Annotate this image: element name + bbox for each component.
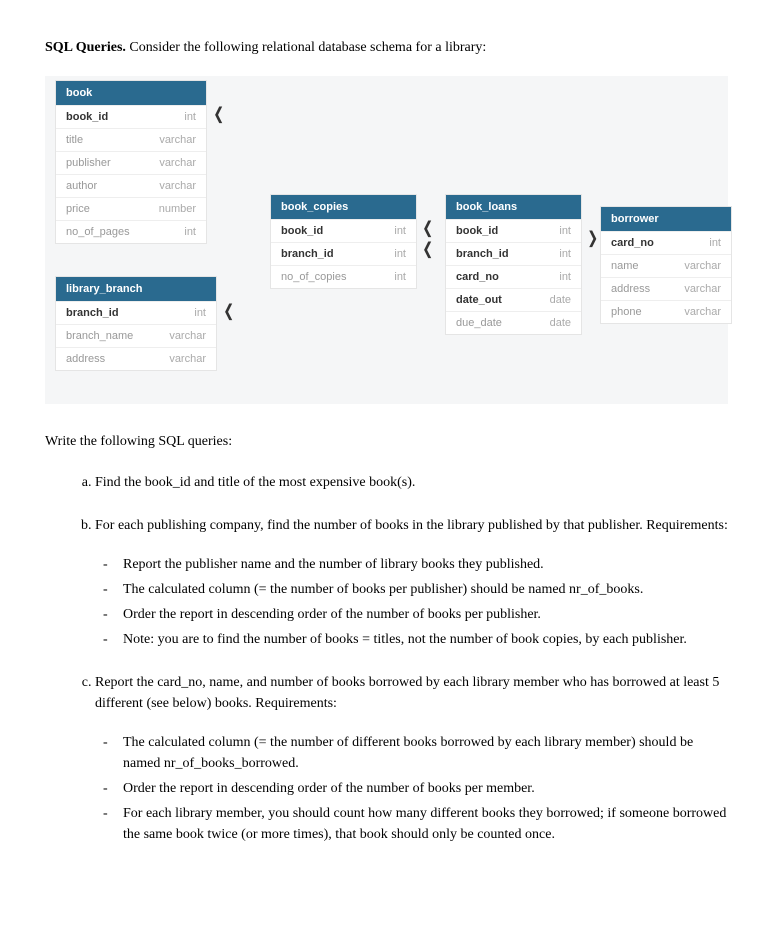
schema-diagram: book book_idint titlevarchar publisherva…: [45, 76, 728, 404]
question-b: For each publishing company, find the nu…: [95, 515, 728, 650]
entity-borrower: borrower card_noint namevarchar addressv…: [600, 206, 732, 324]
table-row: card_noint: [446, 265, 581, 288]
table-row: due_datedate: [446, 311, 581, 334]
prompt-text: Write the following SQL queries:: [45, 434, 728, 450]
table-row: addressvarchar: [601, 277, 731, 300]
list-item: Order the report in descending order of …: [123, 604, 728, 625]
table-row: branch_namevarchar: [56, 324, 216, 347]
intro-bold: SQL Queries.: [45, 40, 126, 55]
table-row: publishervarchar: [56, 151, 206, 174]
question-list: Find the book_id and title of the most e…: [45, 472, 728, 845]
table-row: pricenumber: [56, 197, 206, 220]
table-row: book_idint: [271, 219, 416, 242]
entity-book-header: book: [56, 81, 206, 105]
list-item: The calculated column (= the number of b…: [123, 579, 728, 600]
entity-book: book book_idint titlevarchar publisherva…: [55, 80, 207, 244]
relation-arrow-icon: ❬: [421, 218, 434, 238]
question-c: Report the card_no, name, and number of …: [95, 672, 728, 845]
question-a: Find the book_id and title of the most e…: [95, 472, 728, 493]
entity-book-loans: book_loans book_idint branch_idint card_…: [445, 194, 582, 335]
relation-arrow-icon: ❬: [222, 301, 235, 321]
entity-book-copies-header: book_copies: [271, 195, 416, 219]
entity-library-branch: library_branch branch_idint branch_namev…: [55, 276, 217, 371]
intro-rest: Consider the following relational databa…: [126, 40, 486, 55]
list-item: Note: you are to find the number of book…: [123, 629, 728, 650]
table-row: card_noint: [601, 231, 731, 254]
table-row: book_idint: [446, 219, 581, 242]
intro-text: SQL Queries. Consider the following rela…: [45, 40, 728, 56]
table-row: titlevarchar: [56, 128, 206, 151]
relation-arrow-icon: ❬: [421, 239, 434, 259]
relation-arrow-icon: ❬: [212, 104, 225, 124]
table-row: addressvarchar: [56, 347, 216, 370]
table-row: date_outdate: [446, 288, 581, 311]
table-row: branch_idint: [271, 242, 416, 265]
table-row: authorvarchar: [56, 174, 206, 197]
table-row: phonevarchar: [601, 300, 731, 323]
entity-library-branch-header: library_branch: [56, 277, 216, 301]
list-item: Order the report in descending order of …: [123, 778, 728, 799]
table-row: branch_idint: [56, 301, 216, 324]
relation-arrow-icon: ❭: [586, 228, 599, 248]
table-row: branch_idint: [446, 242, 581, 265]
list-item: The calculated column (= the number of d…: [123, 732, 728, 774]
list-item: For each library member, you should coun…: [123, 803, 728, 845]
list-item: Report the publisher name and the number…: [123, 554, 728, 575]
requirements-b: Report the publisher name and the number…: [95, 554, 728, 650]
entity-book-copies: book_copies book_idint branch_idint no_o…: [270, 194, 417, 289]
table-row: book_idint: [56, 105, 206, 128]
table-row: no_of_pagesint: [56, 220, 206, 243]
table-row: namevarchar: [601, 254, 731, 277]
requirements-c: The calculated column (= the number of d…: [95, 732, 728, 845]
table-row: no_of_copiesint: [271, 265, 416, 288]
entity-borrower-header: borrower: [601, 207, 731, 231]
entity-book-loans-header: book_loans: [446, 195, 581, 219]
